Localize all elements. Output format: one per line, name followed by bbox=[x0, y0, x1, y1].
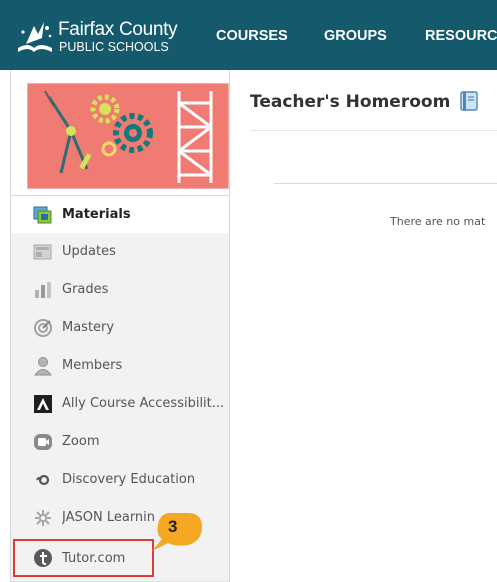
zoom-icon bbox=[34, 434, 52, 450]
sidebar-item-label: Materials bbox=[62, 207, 131, 222]
grades-icon bbox=[35, 282, 51, 298]
top-navigation-bar: Fairfax County PUBLIC SCHOOLS COURSES GR… bbox=[0, 0, 497, 70]
sidebar-item-label: JASON Learnin bbox=[62, 510, 156, 525]
course-sidebar: Materials Updates Grades Mastery Members… bbox=[10, 70, 230, 582]
course-title: Teacher's Homeroom bbox=[250, 92, 451, 112]
step-number: 3 bbox=[168, 517, 178, 536]
fcps-logo-icon bbox=[18, 22, 52, 52]
discovery-icon bbox=[36, 474, 50, 486]
sidebar-item-updates[interactable]: Updates bbox=[11, 233, 229, 272]
course-info-icon[interactable] bbox=[460, 91, 478, 111]
sidebar-item-label: Mastery bbox=[62, 320, 115, 335]
content-divider bbox=[274, 183, 497, 184]
nav-groups[interactable]: GROUPS bbox=[324, 28, 387, 44]
empty-materials-message: There are no mat bbox=[390, 215, 486, 228]
title-divider bbox=[250, 130, 497, 131]
fcps-logo[interactable]: Fairfax County PUBLIC SCHOOLS bbox=[14, 16, 196, 58]
updates-icon bbox=[33, 244, 52, 260]
sidebar-item-label: Members bbox=[62, 358, 123, 373]
sidebar-item-materials[interactable]: Materials bbox=[11, 195, 229, 235]
nav-resources[interactable]: RESOURC bbox=[425, 28, 497, 44]
sidebar-item-grades[interactable]: Grades bbox=[11, 271, 229, 310]
sidebar-item-label: Zoom bbox=[62, 434, 100, 449]
mastery-icon bbox=[34, 319, 52, 337]
ally-icon bbox=[34, 395, 52, 413]
jason-icon bbox=[35, 510, 51, 526]
sidebar-item-label: Discovery Education bbox=[62, 472, 196, 487]
sidebar-item-zoom[interactable]: Zoom bbox=[11, 423, 229, 462]
sidebar-item-label: Grades bbox=[62, 282, 109, 297]
sidebar-item-mastery[interactable]: Mastery bbox=[11, 309, 229, 348]
sidebar-item-label: Ally Course Accessibilit... bbox=[62, 396, 225, 411]
sidebar-item-label: Updates bbox=[62, 244, 116, 259]
logo-name: Fairfax County bbox=[58, 19, 178, 40]
logo-subtitle: PUBLIC SCHOOLS bbox=[59, 40, 169, 54]
members-icon bbox=[34, 357, 52, 376]
tutor-highlight-box bbox=[13, 539, 154, 577]
materials-icon bbox=[33, 206, 52, 224]
course-banner-image bbox=[27, 83, 229, 189]
sidebar-item-members[interactable]: Members bbox=[11, 347, 229, 386]
sidebar-item-ally[interactable]: Ally Course Accessibilit... bbox=[11, 385, 229, 424]
nav-courses[interactable]: COURSES bbox=[216, 28, 288, 44]
sidebar-item-discovery[interactable]: Discovery Education bbox=[11, 461, 229, 500]
